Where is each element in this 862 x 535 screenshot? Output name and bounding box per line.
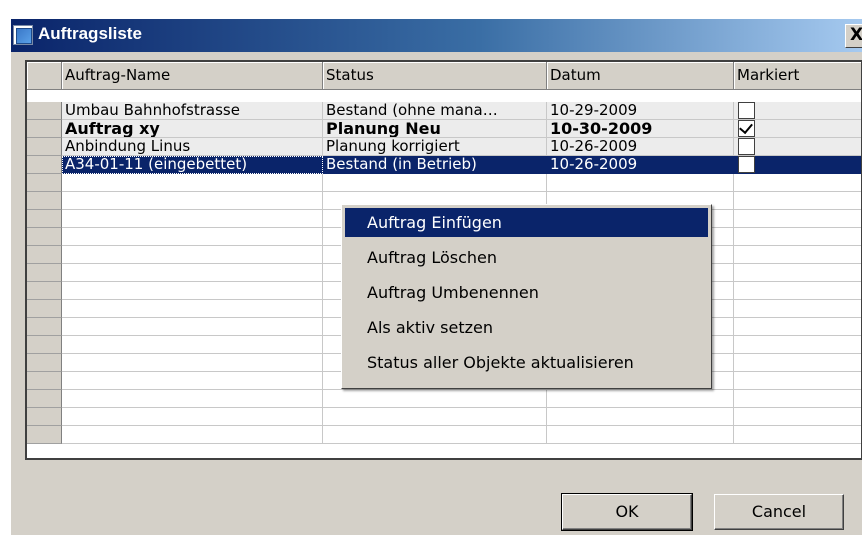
row-header[interactable] bbox=[27, 210, 62, 228]
row-header[interactable] bbox=[27, 264, 62, 282]
column-header-date[interactable]: Datum bbox=[547, 62, 734, 90]
empty-cell[interactable] bbox=[323, 408, 547, 426]
cell-marked[interactable] bbox=[734, 120, 861, 138]
empty-cell[interactable] bbox=[62, 336, 323, 354]
empty-cell[interactable] bbox=[62, 426, 323, 444]
empty-cell[interactable] bbox=[62, 354, 323, 372]
row-header[interactable] bbox=[27, 246, 62, 264]
row-header[interactable] bbox=[27, 102, 62, 120]
cell-status[interactable]: Planung korrigiert bbox=[323, 138, 547, 156]
menu-item-2[interactable]: Auftrag Löschen bbox=[345, 243, 708, 272]
cell-marked[interactable] bbox=[734, 156, 861, 174]
empty-cell[interactable] bbox=[734, 354, 861, 372]
row-header[interactable] bbox=[27, 408, 62, 426]
empty-cell[interactable] bbox=[734, 336, 861, 354]
cell-marked[interactable] bbox=[734, 138, 861, 156]
empty-cell[interactable] bbox=[734, 426, 861, 444]
empty-cell[interactable] bbox=[62, 408, 323, 426]
grid-corner bbox=[27, 62, 62, 90]
cancel-button[interactable]: Cancel bbox=[714, 494, 844, 530]
cell-date[interactable]: 10-30-2009 bbox=[547, 120, 734, 138]
empty-cell[interactable] bbox=[62, 390, 323, 408]
row-header[interactable] bbox=[27, 372, 62, 390]
empty-cell[interactable] bbox=[734, 210, 861, 228]
empty-cell[interactable] bbox=[734, 228, 861, 246]
row-header[interactable] bbox=[27, 282, 62, 300]
empty-cell[interactable] bbox=[62, 210, 323, 228]
empty-cell[interactable] bbox=[734, 192, 861, 210]
empty-cell[interactable] bbox=[734, 372, 861, 390]
empty-cell[interactable] bbox=[62, 192, 323, 210]
cell-date[interactable]: 10-26-2009 bbox=[547, 138, 734, 156]
empty-cell[interactable] bbox=[62, 174, 323, 192]
empty-cell[interactable] bbox=[62, 318, 323, 336]
column-header-marked[interactable]: Markiert bbox=[734, 62, 861, 90]
empty-cell[interactable] bbox=[547, 426, 734, 444]
empty-cell[interactable] bbox=[547, 408, 734, 426]
row-header[interactable] bbox=[27, 156, 62, 174]
cell-date[interactable]: 10-26-2009 bbox=[547, 156, 734, 174]
row-header[interactable] bbox=[27, 354, 62, 372]
empty-cell[interactable] bbox=[62, 282, 323, 300]
cell-name[interactable]: Auftrag xy bbox=[62, 120, 323, 138]
empty-cell[interactable] bbox=[547, 390, 734, 408]
empty-cell[interactable] bbox=[62, 300, 323, 318]
title-bar[interactable]: Auftragsliste X bbox=[11, 19, 862, 52]
empty-cell[interactable] bbox=[734, 390, 861, 408]
empty-cell[interactable] bbox=[734, 282, 861, 300]
empty-cell[interactable] bbox=[323, 390, 547, 408]
empty-cell[interactable] bbox=[62, 246, 323, 264]
empty-cell[interactable] bbox=[734, 300, 861, 318]
row-header[interactable] bbox=[27, 318, 62, 336]
dialog-window: Auftragsliste X Auftrag-Name Status Datum M… bbox=[10, 18, 862, 535]
column-header-name[interactable]: Auftrag-Name bbox=[62, 62, 323, 90]
menu-item-5[interactable]: Status aller Objekte aktualisieren bbox=[345, 348, 708, 377]
window-title: Auftragsliste bbox=[38, 24, 142, 43]
row-header[interactable] bbox=[27, 336, 62, 354]
context-menu: Auftrag Einfügen Auftrag Löschen Auftrag U… bbox=[341, 204, 712, 389]
cell-marked[interactable] bbox=[734, 102, 861, 120]
empty-cell[interactable] bbox=[323, 426, 547, 444]
ok-button[interactable]: OK bbox=[561, 493, 693, 531]
cell-name[interactable]: Umbau Bahnhofstrasse bbox=[62, 102, 323, 120]
empty-cell[interactable] bbox=[734, 174, 861, 192]
menu-item-4[interactable]: Als aktiv setzen bbox=[345, 313, 708, 342]
empty-cell[interactable] bbox=[734, 408, 861, 426]
empty-cell[interactable] bbox=[323, 174, 547, 192]
cell-name[interactable]: A34-01-11 (eingebettet) bbox=[62, 156, 323, 174]
empty-cell[interactable] bbox=[62, 372, 323, 390]
cell-date[interactable]: 10-29-2009 bbox=[547, 102, 734, 120]
cell-status[interactable]: Bestand (in Betrieb) bbox=[323, 156, 547, 174]
cell-status[interactable]: Planung Neu bbox=[323, 120, 547, 138]
window-icon bbox=[13, 25, 33, 45]
row-header[interactable] bbox=[27, 120, 62, 138]
row-header[interactable] bbox=[27, 426, 62, 444]
menu-item-3[interactable]: Auftrag Umbenennen bbox=[345, 278, 708, 307]
row-header[interactable] bbox=[27, 390, 62, 408]
column-header-status[interactable]: Status bbox=[323, 62, 547, 90]
cell-name[interactable]: Anbindung Linus bbox=[62, 138, 323, 156]
empty-cell[interactable] bbox=[547, 174, 734, 192]
row-header[interactable] bbox=[27, 174, 62, 192]
checkbox[interactable] bbox=[738, 138, 755, 155]
row-header[interactable] bbox=[27, 300, 62, 318]
checkbox-checked[interactable] bbox=[738, 120, 755, 137]
empty-cell[interactable] bbox=[62, 228, 323, 246]
checkbox[interactable] bbox=[738, 156, 755, 173]
row-header[interactable] bbox=[27, 138, 62, 156]
empty-cell[interactable] bbox=[734, 264, 861, 282]
empty-cell[interactable] bbox=[734, 246, 861, 264]
menu-item-1[interactable]: Auftrag Einfügen bbox=[345, 208, 708, 237]
cell-status[interactable]: Bestand (ohne mana… bbox=[323, 102, 547, 120]
close-button[interactable]: X bbox=[845, 24, 862, 48]
empty-cell[interactable] bbox=[734, 318, 861, 336]
row-header[interactable] bbox=[27, 192, 62, 210]
row-header[interactable] bbox=[27, 228, 62, 246]
empty-cell[interactable] bbox=[62, 264, 323, 282]
checkbox[interactable] bbox=[738, 102, 755, 119]
